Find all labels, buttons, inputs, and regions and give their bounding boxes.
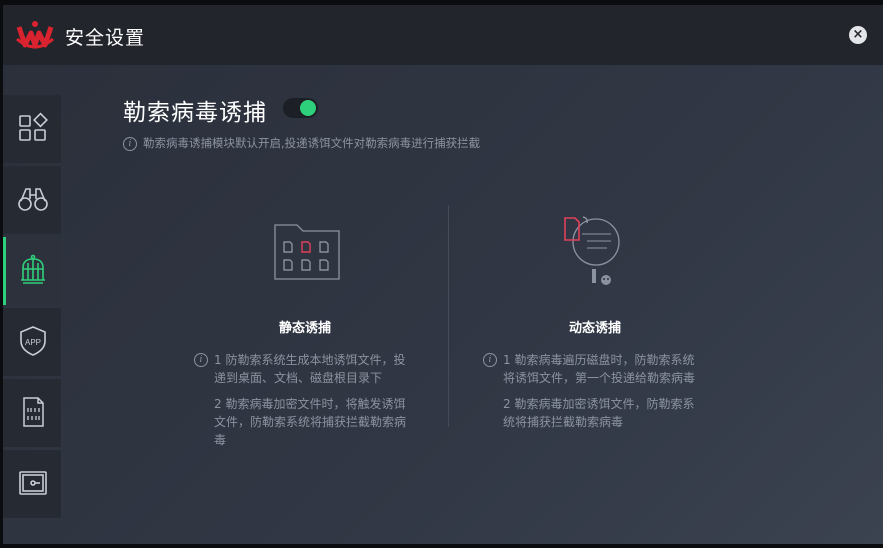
title-bar: 安全设置 ×	[3, 5, 883, 65]
sidebar-item-trap[interactable]	[3, 237, 61, 305]
dynamic-trap-line-2: 2 勒索病毒加密诱饵文件，防勒索系统将捕获拦截勒索病毒	[503, 397, 695, 429]
binoculars-icon	[18, 188, 48, 211]
sidebar-item-binary-file[interactable]	[3, 379, 61, 447]
sidebar-item-apps[interactable]	[3, 95, 61, 163]
info-line: i 勒索病毒诱捕模块默认开启,投递诱饵文件对勒索病毒进行捕获拦截	[123, 135, 480, 151]
apps-grid-icon	[19, 112, 48, 141]
static-trap-line-2: 2 勒索病毒加密文件时，将触发诱饵文件，防勒索系统将捕获拦截勒索病毒	[214, 397, 407, 447]
static-trap-line-1: 1 防勒索系统生成本地诱饵文件，投递到桌面、文档、磁盘根目录下	[214, 353, 406, 385]
static-trap-title: 静态诱捕	[279, 321, 332, 336]
sidebar-item-app-shield[interactable]: APP	[3, 308, 61, 376]
dynamic-trap-line-1: 1 勒索病毒遍历磁盘时，防勒索系统将诱饵文件，第一个投递给勒索病毒	[503, 353, 696, 385]
sidebar: APP	[3, 95, 61, 521]
magnifier-virus-icon	[564, 216, 620, 285]
sidebar-item-binoculars[interactable]	[3, 166, 61, 234]
app-shield-icon: APP	[20, 326, 46, 356]
window-title: 安全设置	[65, 27, 146, 49]
settings-window: 安全设置 × APP 勒索病毒诱捕 i 勒索病毒诱捕模块默认开启,投递诱饵文件对…	[3, 5, 883, 544]
birdcage-icon	[21, 254, 45, 284]
toggle-knob	[300, 100, 316, 116]
info-icon: i	[483, 353, 497, 367]
binary-file-icon	[23, 397, 44, 427]
app-shield-label: APP	[25, 338, 41, 347]
page-heading: 勒索病毒诱捕	[123, 100, 267, 126]
folder-files-icon	[274, 224, 340, 280]
static-trap-description: i 1 防勒索系统生成本地诱饵文件，投递到桌面、文档、磁盘根目录下 2 勒索病毒…	[194, 351, 412, 457]
info-icon: i	[194, 353, 208, 367]
safe-icon	[19, 471, 47, 495]
dynamic-trap-title: 动态诱捕	[569, 321, 622, 336]
info-icon: i	[123, 136, 137, 151]
dynamic-trap-description: i 1 勒索病毒遍历磁盘时，防勒索系统将诱饵文件，第一个投递给勒索病毒 2 勒索…	[483, 351, 701, 439]
close-button[interactable]: ×	[849, 26, 867, 44]
brand-logo-icon	[16, 21, 54, 49]
info-text: 勒索病毒诱捕模块默认开启,投递诱饵文件对勒索病毒进行捕获拦截	[143, 136, 481, 150]
trap-toggle[interactable]	[283, 98, 318, 118]
sidebar-item-vault[interactable]	[3, 450, 61, 518]
card-divider	[448, 205, 449, 427]
